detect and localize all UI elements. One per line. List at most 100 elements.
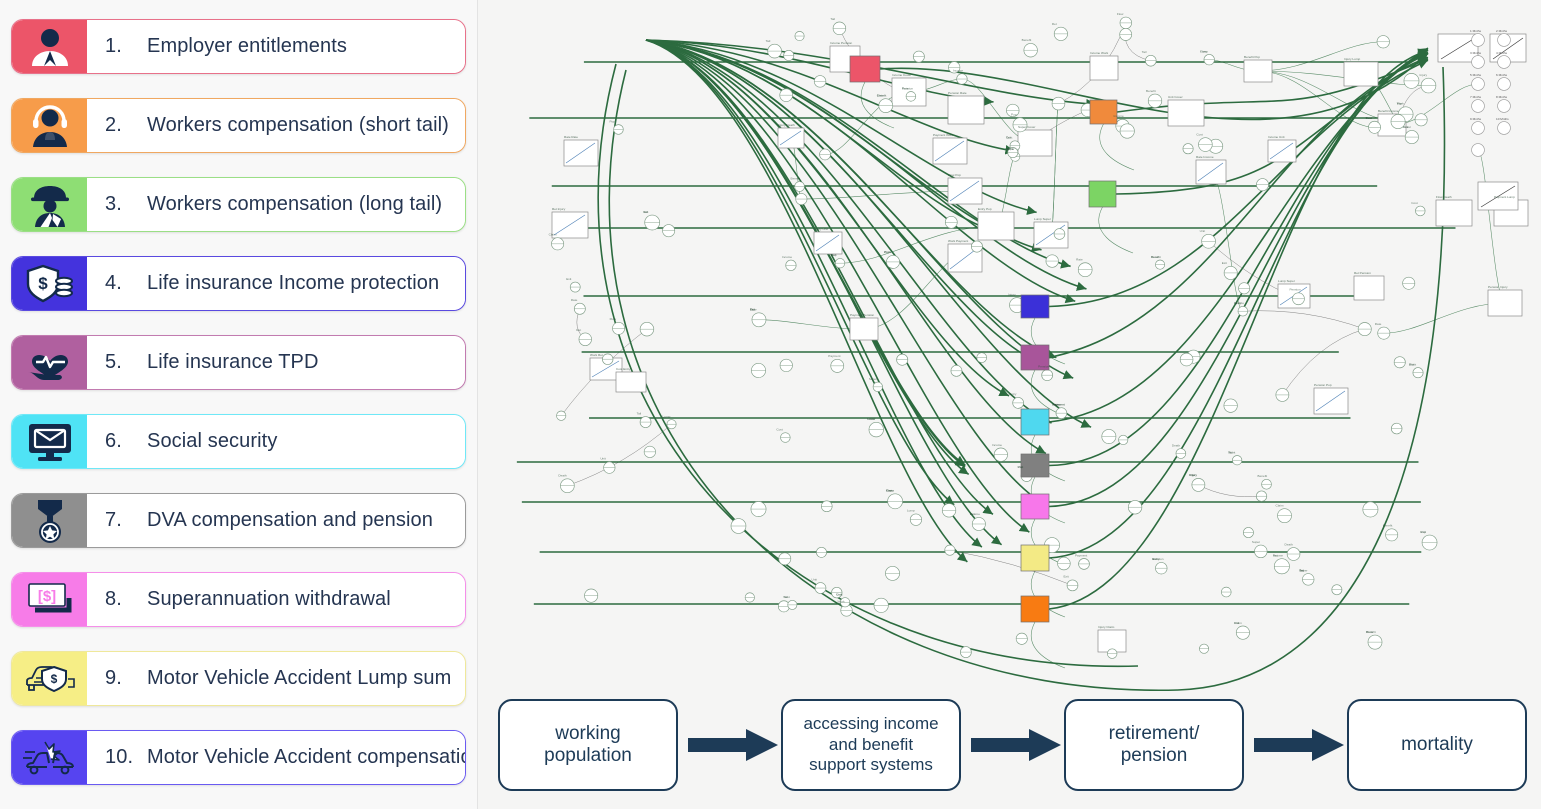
legend-item-body: 3. Workers compensation (long tail) [87,178,465,231]
legend-item-4[interactable]: $ 4. Life insurance Income protection [11,256,466,311]
svg-text:9 Mnths: 9 Mnths [1470,117,1481,121]
legend-item-body: 7. DVA compensation and pension [87,494,465,547]
heart-pulse-hand-icon [12,336,87,389]
svg-text:Claim: Claim [549,232,557,236]
svg-text:Tail: Tail [1142,50,1147,54]
svg-text:Benefit: Benefit [791,176,801,180]
svg-text:Exit: Exit [1222,261,1227,265]
svg-text:Claim: Claim [1276,503,1284,507]
model-node-7[interactable] [1020,453,1050,478]
legend-item-label: Workers compensation (long tail) [147,193,443,215]
svg-text:Unit: Unit [811,577,817,581]
flow-step-3[interactable]: retirement/pension [1064,699,1244,791]
svg-text:Injury Unit: Injury Unit [814,227,828,231]
car-crash-icon [12,731,87,784]
svg-text:Claim: Claim [886,489,894,493]
svg-text:Work: Work [884,250,892,254]
model-node-8[interactable] [1020,493,1050,520]
svg-text:Lump Super: Lump Super [1278,279,1295,283]
svg-text:Rate: Rate [902,86,909,90]
legend-item-body: 4. Life insurance Income protection [87,257,465,310]
svg-text:Payment: Payment [1052,403,1064,407]
flow-step-4[interactable]: mortality [1347,699,1527,791]
legend-item-number: 9. [105,667,122,689]
legend-item-label: Motor Vehicle Accident Lump sum [147,667,452,689]
flow-arrow-1 [688,729,778,761]
model-node-3[interactable] [1088,180,1117,208]
hardhat-injured-worker-icon [12,178,87,231]
legend-item-label: Life insurance Income protection [147,272,440,294]
svg-text:5 Mnths: 5 Mnths [1470,73,1481,77]
legend-item-1[interactable]: 1. Employer entitlements [11,19,466,74]
flow-arrow-2 [971,729,1061,761]
svg-text:Flow Pop: Flow Pop [948,173,961,177]
legend-item-number: 2. [105,114,122,136]
medal-star-icon [12,494,87,547]
svg-text:Pop: Pop [1397,102,1403,106]
svg-text:Benefit Income: Benefit Income [1378,109,1399,113]
svg-text:Pension: Pension [1289,288,1300,292]
svg-text:Injury Claim: Injury Claim [1098,625,1115,629]
svg-text:Ret Pension: Ret Pension [1354,271,1371,275]
svg-text:Entry: Entry [1009,392,1017,396]
svg-text:Injury Death: Injury Death [778,123,795,127]
svg-text:Tail: Tail [750,308,755,312]
model-node-4[interactable] [1020,294,1050,319]
legend-item-body: 6. Social security [87,415,465,468]
svg-text:Benefit: Benefit [1383,524,1393,528]
car-shield-dollar-icon: $ [12,652,87,705]
svg-text:Super: Super [1252,540,1260,544]
svg-text:Injury: Injury [1234,301,1242,305]
svg-text:Lump: Lump [663,414,671,418]
model-node-10[interactable] [1020,595,1050,623]
legend-item-number: 8. [105,588,122,610]
model-node-6[interactable] [1020,408,1050,436]
legend-item-9[interactable]: $ 9. Motor Vehicle Accident Lump sum [11,651,466,706]
legend-item-5[interactable]: 5. Life insurance TPD [11,335,466,390]
svg-text:Payment: Payment [1075,553,1087,557]
flow-step-1[interactable]: working population [498,699,678,791]
svg-text:Tail: Tail [643,210,648,214]
svg-text:Tail: Tail [830,17,835,21]
svg-text:Unit Cover: Unit Cover [1168,95,1183,99]
legend-item-3[interactable]: 3. Workers compensation (long tail) [11,177,466,232]
model-node-2[interactable] [1089,99,1118,125]
svg-text:Unit: Unit [600,457,606,461]
legend-item-body: 2. Workers compensation (short tail) [87,99,465,152]
svg-text:Pension: Pension [1152,557,1163,561]
employer-person-icon [12,20,87,73]
svg-text:Ret: Ret [1052,22,1057,26]
svg-text:Cost: Cost [1196,132,1203,136]
model-node-1[interactable] [849,55,881,83]
svg-text:Flow: Flow [1117,12,1124,16]
svg-text:Pension Injury: Pension Injury [1488,285,1508,289]
svg-text:3 Mnths: 3 Mnths [1470,51,1481,55]
legend-item-7[interactable]: 7. DVA compensation and pension [11,493,466,548]
legend-item-8[interactable]: [$] 8. Superannuation withdrawal [11,572,466,627]
banknote-dollar-icon: [$] [12,573,87,626]
svg-text:Income: Income [953,69,963,73]
flow-step-2[interactable]: accessing income and benefit support syste… [781,699,961,791]
legend-item-10[interactable]: 10. Motor Vehicle Accident compensation [11,730,466,785]
svg-text:Rate: Rate [1076,258,1083,262]
legend-item-number: 10. [105,746,134,768]
svg-text:Tail: Tail [766,39,771,43]
svg-text:Ret Injury: Ret Injury [552,207,566,211]
svg-text:Benefit: Benefit [1022,38,1032,42]
svg-text:Cost: Cost [1411,201,1418,205]
svg-text:Payment Pension: Payment Pension [850,313,875,317]
legend-item-2[interactable]: 2. Workers compensation (short tail) [11,98,466,153]
svg-text:Exit: Exit [1409,362,1414,366]
svg-text:Lump: Lump [1200,49,1208,53]
svg-text:1 Mnths: 1 Mnths [1470,29,1481,33]
model-node-9[interactable] [1020,544,1050,572]
svg-text:Rate: Rate [571,298,578,302]
svg-text:Work: Work [1366,630,1374,634]
svg-text:Injury: Injury [1419,73,1427,77]
svg-text:Rate: Rate [1375,322,1382,326]
legend-item-6[interactable]: 6. Social security [11,414,466,469]
svg-text:Death: Death [1151,255,1160,259]
model-canvas[interactable]: Benefit Cost Exit Pension Payment Pop Income Po… [478,0,1541,809]
svg-text:Work: Work [1228,450,1236,454]
svg-text:[$]: [$] [37,588,55,605]
